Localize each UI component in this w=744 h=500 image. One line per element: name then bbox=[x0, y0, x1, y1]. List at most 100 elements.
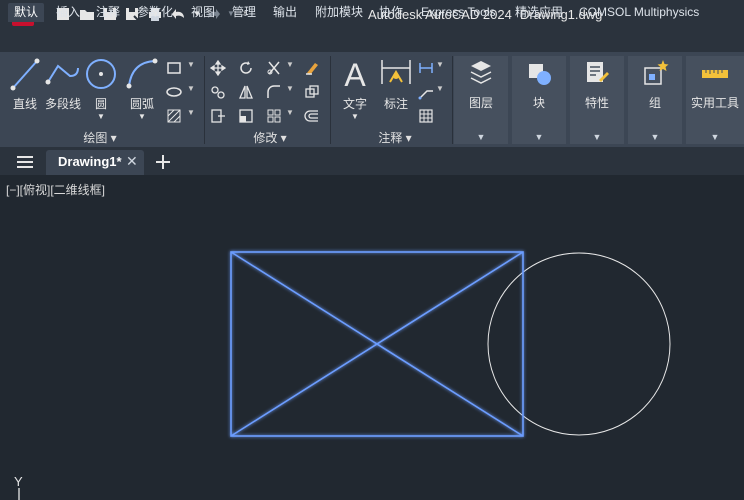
move-icon[interactable] bbox=[210, 60, 226, 76]
selected-rectangle-with-diagonals[interactable] bbox=[230, 251, 524, 437]
utilities-dropdown-icon[interactable]: ▼ bbox=[686, 132, 744, 142]
tab-collaborate[interactable]: 协作 bbox=[379, 3, 403, 22]
tab-annotate[interactable]: 注释 bbox=[96, 3, 120, 22]
text-tool[interactable]: A 文字 ▼ bbox=[336, 56, 374, 128]
text-dropdown-icon[interactable]: ▼ bbox=[336, 112, 374, 121]
group-button[interactable]: 组 ▼ bbox=[628, 56, 682, 144]
circle-icon bbox=[86, 59, 116, 89]
group-icon bbox=[644, 60, 669, 85]
stretch-icon[interactable] bbox=[210, 108, 226, 124]
array-icon[interactable] bbox=[266, 108, 282, 124]
fillet-icon[interactable] bbox=[266, 84, 282, 100]
document-tab-label: Drawing1* bbox=[58, 154, 122, 169]
layers-dropdown-icon[interactable]: ▼ bbox=[454, 132, 508, 142]
hatch-dropdown-icon[interactable]: ▼ bbox=[187, 108, 203, 124]
rectangle-dropdown-icon[interactable]: ▼ bbox=[187, 60, 203, 76]
trim-dropdown-icon[interactable]: ▼ bbox=[286, 60, 302, 76]
text-label: 文字 bbox=[342, 97, 367, 111]
block-icon bbox=[529, 64, 551, 85]
ruler-icon bbox=[702, 70, 728, 78]
linear-dimension-icon[interactable] bbox=[418, 60, 434, 76]
arc-icon bbox=[126, 58, 158, 89]
arc-tool[interactable]: 圆弧 ▼ bbox=[124, 56, 160, 128]
copy-icon[interactable] bbox=[210, 84, 226, 100]
block-dropdown-icon[interactable]: ▼ bbox=[512, 132, 566, 142]
line-icon bbox=[10, 58, 40, 91]
offset-icon[interactable] bbox=[304, 108, 320, 124]
layers-label: 图层 bbox=[468, 96, 493, 110]
drawing-canvas[interactable]: Y bbox=[0, 175, 744, 500]
properties-dropdown-icon[interactable]: ▼ bbox=[570, 132, 624, 142]
panel-separator bbox=[204, 56, 205, 144]
arc-label: 圆弧 bbox=[129, 97, 154, 111]
properties-label: 特性 bbox=[584, 96, 609, 110]
annotation-panel-label: 注释 bbox=[378, 131, 403, 145]
dimension-icon bbox=[381, 60, 411, 84]
circle-dropdown-icon[interactable]: ▼ bbox=[84, 112, 118, 121]
panel-separator bbox=[452, 56, 453, 144]
document-tab[interactable]: Drawing1* ✕ bbox=[46, 150, 144, 175]
circle-label: 圆 bbox=[94, 97, 107, 111]
group-label: 组 bbox=[648, 96, 661, 110]
polyline-tool[interactable]: 多段线 bbox=[44, 56, 82, 128]
tab-parametric[interactable]: 参数化 bbox=[137, 3, 173, 22]
draw-panel-title[interactable]: 绘图 ▾ bbox=[60, 129, 140, 147]
tab-comsol[interactable]: COMSOL Multiphysics bbox=[579, 3, 699, 22]
properties-button[interactable]: 特性 ▼ bbox=[570, 56, 624, 144]
line-tool[interactable]: 直线 bbox=[8, 56, 42, 128]
group-dropdown-icon[interactable]: ▼ bbox=[628, 132, 682, 142]
tab-default[interactable]: 默认 bbox=[8, 3, 45, 22]
open-folder-icon[interactable] bbox=[78, 5, 96, 23]
tab-insert[interactable]: 插入 bbox=[56, 3, 80, 22]
polyline-icon bbox=[45, 64, 79, 85]
tab-manage[interactable]: 管理 bbox=[232, 3, 256, 22]
table-icon[interactable] bbox=[418, 108, 434, 124]
annotation-panel-title[interactable]: 注释 ▾ bbox=[360, 129, 430, 147]
svg-text:A: A bbox=[344, 57, 366, 92]
array-dropdown-icon[interactable]: ▼ bbox=[286, 108, 302, 124]
layers-icon bbox=[470, 61, 492, 84]
scale-icon[interactable] bbox=[238, 108, 254, 124]
modify-panel-title[interactable]: 修改 ▾ bbox=[230, 129, 310, 147]
ellipse-icon[interactable] bbox=[166, 84, 182, 100]
tab-addins[interactable]: 附加模块 bbox=[315, 3, 363, 22]
tab-express-tools[interactable]: Express Tools bbox=[421, 3, 495, 22]
ellipse-dropdown-icon[interactable]: ▼ bbox=[187, 84, 203, 100]
draw-panel-label: 绘图 bbox=[83, 131, 108, 145]
rotate-icon[interactable] bbox=[238, 60, 254, 76]
mirror-icon[interactable] bbox=[238, 84, 254, 100]
dimension-label: 标注 bbox=[383, 97, 408, 111]
hamburger-menu-icon[interactable] bbox=[16, 154, 34, 170]
modify-panel-label: 修改 bbox=[253, 131, 278, 145]
layers-button[interactable]: 图层 ▼ bbox=[454, 56, 508, 144]
drawn-circle[interactable] bbox=[487, 252, 671, 436]
fillet-dropdown-icon[interactable]: ▼ bbox=[286, 84, 302, 100]
block-button[interactable]: 块 ▼ bbox=[512, 56, 566, 144]
leader-icon[interactable] bbox=[418, 84, 434, 100]
rectangle-icon[interactable] bbox=[166, 60, 182, 76]
dimension-tool[interactable]: 标注 bbox=[376, 56, 416, 128]
close-tab-icon[interactable]: ✕ bbox=[126, 153, 138, 170]
trim-icon[interactable] bbox=[266, 60, 282, 76]
hatch-icon[interactable] bbox=[166, 108, 182, 124]
explode-icon[interactable] bbox=[304, 84, 320, 100]
linear-dimension-dropdown-icon[interactable]: ▼ bbox=[436, 60, 452, 76]
text-a-icon: A bbox=[344, 57, 366, 93]
new-tab-plus-icon[interactable] bbox=[154, 153, 172, 171]
utilities-button[interactable]: 实用工具 ▼ bbox=[686, 56, 744, 144]
arc-dropdown-icon[interactable]: ▼ bbox=[124, 112, 160, 121]
block-label: 块 bbox=[532, 96, 545, 110]
erase-icon[interactable] bbox=[304, 60, 320, 76]
leader-dropdown-icon[interactable]: ▼ bbox=[436, 84, 452, 100]
ucs-y-label: Y bbox=[14, 474, 23, 489]
ribbon-tab-row bbox=[0, 30, 744, 52]
polyline-label: 多段线 bbox=[44, 97, 81, 111]
utilities-label: 实用工具 bbox=[690, 96, 739, 110]
circle-tool[interactable]: 圆 ▼ bbox=[84, 56, 118, 128]
properties-icon bbox=[587, 62, 609, 82]
tab-featured-apps[interactable]: 精选应用 bbox=[515, 3, 563, 22]
tab-output[interactable]: 输出 bbox=[273, 3, 297, 22]
tab-view[interactable]: 视图 bbox=[191, 3, 215, 22]
panel-separator bbox=[330, 56, 331, 144]
line-label: 直线 bbox=[12, 97, 37, 111]
